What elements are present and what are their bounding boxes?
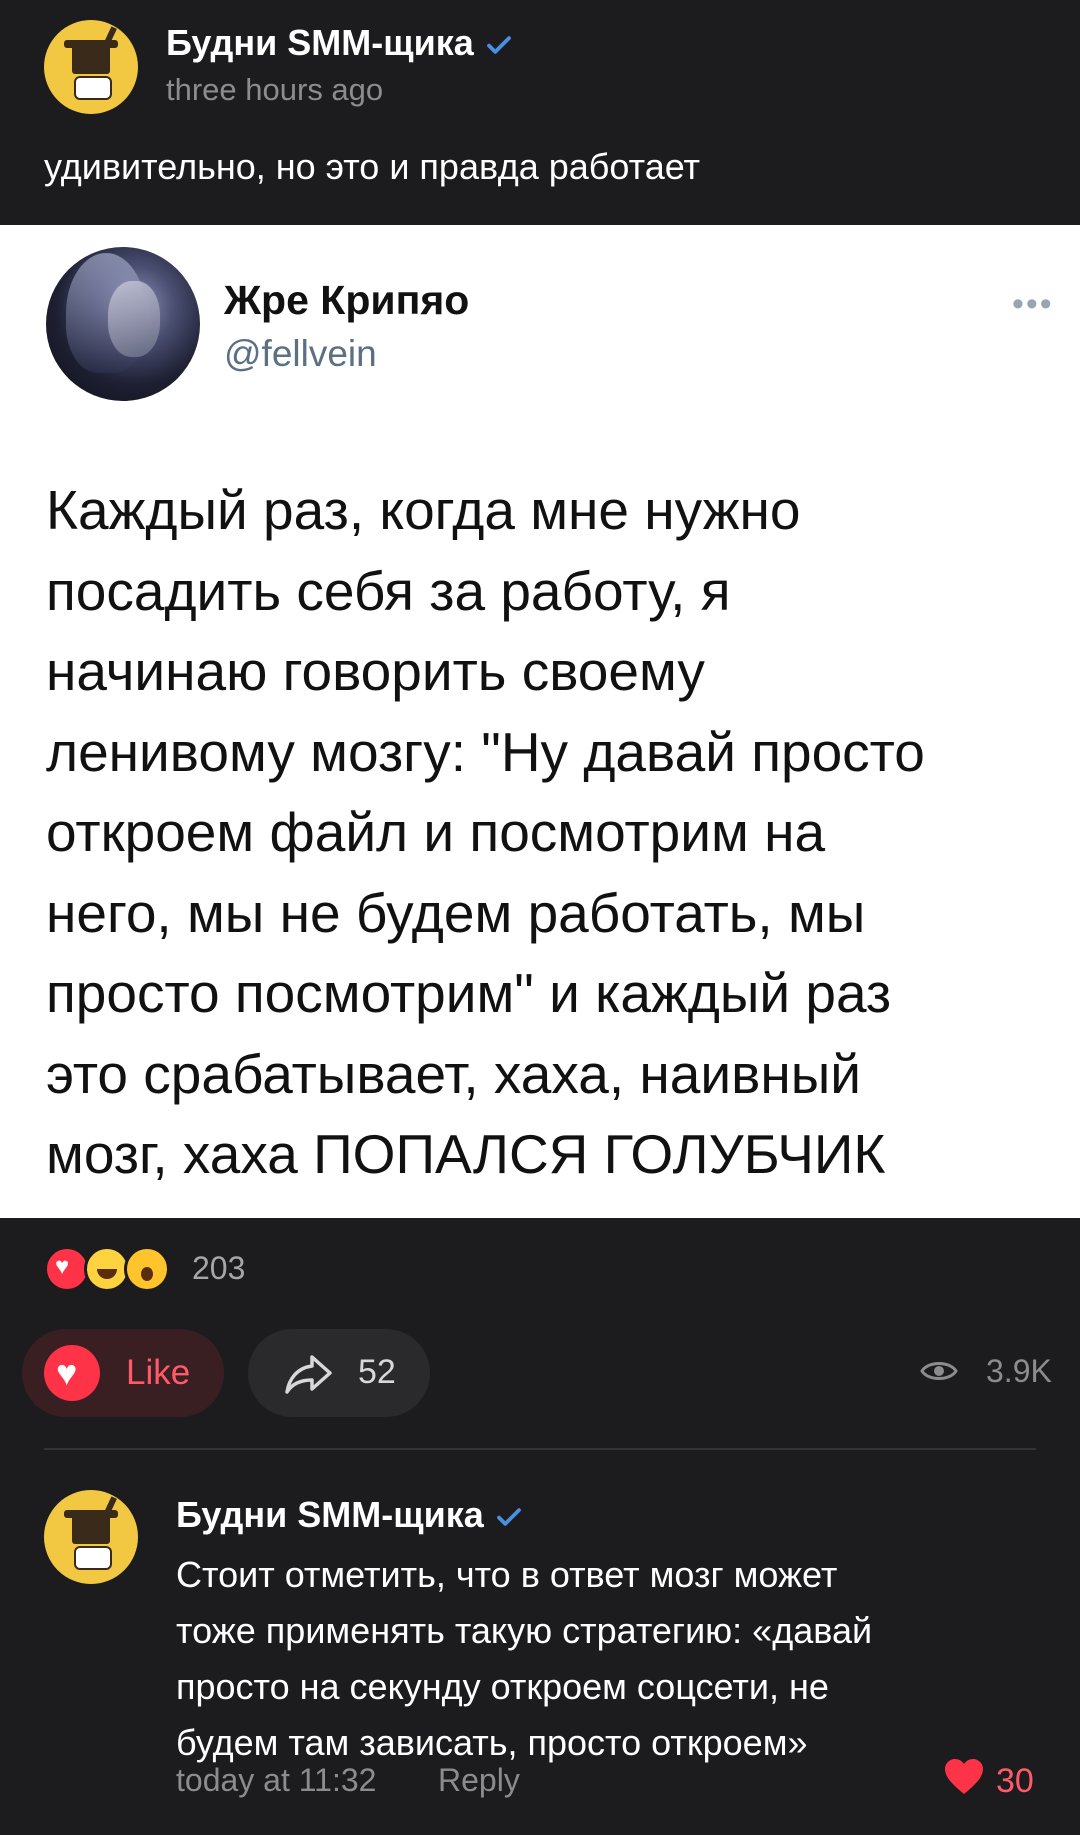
- share-count: 52: [358, 1353, 396, 1391]
- more-options-icon: •••: [1012, 285, 1054, 323]
- tweet-line: мозг, хаха ПОПАЛСЯ ГОЛУБЧИК: [46, 1123, 886, 1185]
- share-arrow-icon: [285, 1355, 332, 1394]
- reply-button[interactable]: Reply: [438, 1762, 520, 1799]
- share-button[interactable]: 52: [248, 1329, 430, 1417]
- tweet-author-name: Жре Крипяо: [224, 277, 470, 323]
- post-timestamp: three hours ago: [166, 72, 384, 107]
- divider: [44, 1448, 1036, 1450]
- post-text: удивительно, но это и правда работает: [44, 146, 701, 187]
- surprised-reaction-icon: [124, 1246, 170, 1292]
- tweet-line: ленивому мозгу: "Ну давай просто: [46, 720, 925, 783]
- like-label: Like: [126, 1353, 191, 1392]
- tweet-line: это срабатывает, хаха, наивный: [46, 1042, 861, 1105]
- tweet-author-avatar: [46, 247, 200, 401]
- tweet-line: просто посмотрим" и каждый раз: [46, 962, 892, 1024]
- comment-author-avatar[interactable]: [44, 1490, 138, 1584]
- like-button[interactable]: Like: [22, 1329, 224, 1417]
- post-author-name[interactable]: Будни SMM-щика: [166, 22, 514, 64]
- comment-line: Стоит отметить, что в ответ мозг может: [176, 1554, 838, 1595]
- views-count: 3.9K: [986, 1353, 1052, 1389]
- heart-icon: [44, 1345, 100, 1401]
- reactions-count[interactable]: 203: [192, 1250, 245, 1287]
- tweet-author-handle: @fellvein: [224, 333, 377, 374]
- tweet-line: Каждый раз, когда мне нужно: [46, 479, 801, 541]
- tweet-body-text: Каждый раз, когда мне нужно посадить себ…: [46, 470, 1056, 1195]
- comment-line: тоже применять такую стратегию: «давай: [176, 1610, 873, 1651]
- tweet-line: посадить себя за работу, я: [46, 559, 731, 622]
- eye-icon: [920, 1362, 958, 1380]
- tweet-line: откроем файл и посмотрим на: [46, 801, 826, 863]
- comment-author-label[interactable]: Будни SMM-щика: [176, 1494, 484, 1535]
- verified-check-icon: [496, 1508, 521, 1527]
- community-avatar[interactable]: [44, 20, 138, 114]
- tweet-line: него, мы не будем работать, мы: [46, 881, 866, 944]
- post-author-label[interactable]: Будни SMM-щика: [166, 22, 474, 63]
- comment-author-name[interactable]: Будни SMM-щика: [176, 1494, 524, 1536]
- comment-timestamp: today at 11:32: [176, 1762, 377, 1798]
- verified-check-icon: [486, 36, 511, 55]
- comment-text: Стоит отметить, что в ответ мозг может т…: [176, 1547, 1056, 1771]
- tweet-line: начинаю говорить своему: [46, 640, 705, 702]
- comment-line: просто на секунду откроем соцсети, не: [176, 1666, 829, 1707]
- comment-likes-count[interactable]: 30: [996, 1762, 1034, 1801]
- comment-like-heart-icon[interactable]: [944, 1758, 984, 1796]
- tweet-screenshot-card: Жре Крипяо @fellvein ••• Каждый раз, ког…: [0, 225, 1080, 1218]
